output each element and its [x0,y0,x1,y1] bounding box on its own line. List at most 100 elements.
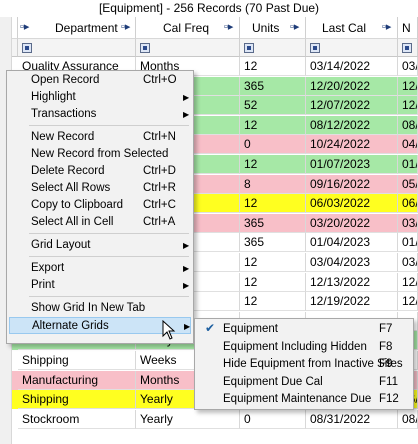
table-cell-last[interactable]: 03/20/2022 [306,213,398,233]
table-cell-dept[interactable]: Stockroom [18,409,136,429]
table-cell-next[interactable]: 08/ [398,115,418,135]
menu-item-highlight[interactable]: Highlight ▶ [9,89,191,106]
checkmark-icon: ✔ [205,321,216,335]
table-cell-freq[interactable]: Yearly [136,409,240,429]
table-cell-units[interactable]: 52 [240,96,306,116]
context-menu: Open Record Ctrl+O Highlight ▶ Transactions ▶… [6,70,194,344]
table-cell-units[interactable]: 0 [240,135,306,155]
table-cell-last[interactable]: 01/07/2023 [306,155,398,174]
table-cell-units[interactable]: 12 [240,155,306,174]
column-header-last-cal[interactable]: Last Cal ▫▸ [306,17,398,39]
table-cell-last[interactable]: 08/31/2022 [306,409,398,429]
table-cell-next[interactable]: 12/ [398,292,418,312]
table-cell-dept[interactable]: Manufacturing [18,370,136,390]
menu-item-label: Select All Rows [31,182,111,194]
filter-cell-next[interactable] [398,39,418,57]
column-menu-icon[interactable]: ▫▸ [382,20,391,33]
menu-item-label: Transactions [31,108,97,120]
column-header-next[interactable]: N [398,17,418,39]
submenu-item-equipment-including-hidden[interactable]: Equipment Including Hidden F8 [197,339,411,356]
column-header-units[interactable]: Units ▫▸ [240,17,306,39]
menu-item-select-all-rows[interactable]: Select All Rows Ctrl+R [9,180,191,197]
table-cell-last[interactable]: 03/14/2022 [306,57,398,76]
column-menu-icon[interactable]: ▫▸ [224,20,233,33]
table-cell-units[interactable]: 12 [240,57,306,76]
menu-item-label: Delete Record [31,165,105,177]
filter-icon[interactable] [140,43,150,53]
filter-cell-units[interactable] [240,39,306,57]
menu-item-open-record[interactable]: Open Record Ctrl+O [9,72,191,89]
table-cell-last[interactable]: 08/12/2022 [306,115,398,135]
filter-cell-last-cal[interactable] [306,39,398,57]
table-cell-last[interactable]: 12/19/2022 [306,292,398,312]
table-cell-next[interactable]: 12/ [398,76,418,96]
menu-item-show-grid-in-new-tab[interactable]: Show Grid In New Tab [9,300,191,317]
menu-item-new-record-from-selected[interactable]: New Record from Selected [9,146,191,163]
table-cell-dept[interactable]: Shipping [18,351,136,370]
menu-item-shortcut: Ctrl+A [143,216,176,228]
submenu-item-label: Equipment Maintenance Due [223,393,372,406]
menu-item-new-record[interactable]: New Record Ctrl+N [9,129,191,146]
table-cell-next[interactable]: 05/ [398,174,418,194]
filter-cell-department[interactable] [18,39,136,57]
table-cell-next[interactable]: 03/ [398,57,418,76]
submenu-item-equipment-due-cal[interactable]: Equipment Due Cal F11 [197,374,411,391]
table-cell-next[interactable]: 01/ [398,155,418,174]
table-cell-units[interactable]: 365 [240,213,306,233]
table-cell-last[interactable]: 03/04/2023 [306,253,398,272]
table-cell-last[interactable]: 12/13/2022 [306,272,398,292]
table-cell-units[interactable]: 12 [240,253,306,272]
submenu-item-label: Equipment Due Cal [223,375,323,388]
table-cell-next[interactable]: 04/ [398,135,418,155]
column-menu-icon[interactable]: ▫▸ [121,20,130,33]
menu-item-transactions[interactable]: Transactions ▶ [9,106,191,123]
menu-item-print[interactable]: Print ▶ [9,277,191,294]
table-cell-next[interactable]: 01/ [398,233,418,253]
filter-cell-cal-freq[interactable] [136,39,240,57]
submenu-arrow-icon: ▶ [184,322,191,331]
menu-separator [29,233,189,234]
menu-item-grid-layout[interactable]: Grid Layout ▶ [9,237,191,254]
column-menu-icon[interactable]: ▫▸ [20,20,29,33]
table-cell-last[interactable]: 09/16/2022 [306,174,398,194]
table-cell-units[interactable]: 12 [240,292,306,312]
menu-item-select-all-in-cell[interactable]: Select All in Cell Ctrl+A [9,214,191,231]
table-cell-units[interactable]: 12 [240,115,306,135]
table-cell-last[interactable]: 01/04/2023 [306,233,398,253]
menu-separator [29,296,189,297]
table-cell-units[interactable]: 8 [240,174,306,194]
column-header-cal-freq[interactable]: Cal Freq ▫▸ [136,17,240,39]
table-cell-last[interactable]: 12/20/2022 [306,76,398,96]
table-cell-dept[interactable]: Shipping [18,390,136,410]
table-row[interactable]: Stockroom Yearly 0 08/31/2022 08/ [0,409,418,429]
table-cell-next[interactable]: 03/ [398,253,418,272]
column-menu-icon[interactable]: ▫▸ [290,20,299,33]
column-header-department[interactable]: ▫▸ Department ▫▸ [18,17,136,39]
menu-item-copy-to-clipboard[interactable]: Copy to Clipboard Ctrl+C [9,197,191,214]
table-cell-last[interactable]: 06/03/2022 [306,194,398,214]
submenu-item-hide-equipment-from-inactive-sites[interactable]: Hide Equipment from Inactive Sites F9 [197,356,411,373]
filter-icon[interactable] [244,43,254,53]
filter-icon[interactable] [22,43,32,53]
menu-item-label: Export [31,262,65,274]
menu-item-label: Show Grid In New Tab [31,302,146,314]
table-cell-last[interactable]: 10/24/2022 [306,135,398,155]
table-cell-next[interactable]: 12/ [398,96,418,116]
table-cell-units[interactable]: 0 [240,409,306,429]
menu-item-export[interactable]: Export ▶ [9,260,191,277]
table-cell-next[interactable]: 08/ [398,409,418,429]
submenu-item-equipment-maintenance-due[interactable]: Equipment Maintenance Due F12 [197,391,411,408]
table-cell-next[interactable]: 03/ [398,213,418,233]
table-cell-next[interactable]: 12/ [398,272,418,292]
menu-item-shortcut: Ctrl+R [143,182,176,194]
table-cell-units[interactable]: 365 [240,233,306,253]
filter-icon[interactable] [402,43,412,53]
submenu-item-equipment[interactable]: ✔ Equipment F7 [197,321,411,338]
table-cell-units[interactable]: 12 [240,194,306,214]
table-cell-last[interactable]: 12/07/2022 [306,96,398,116]
table-cell-next[interactable]: 06/ [398,194,418,214]
table-cell-units[interactable]: 12 [240,272,306,292]
table-cell-units[interactable]: 365 [240,76,306,96]
filter-icon[interactable] [310,43,320,53]
menu-item-delete-record[interactable]: Delete Record Ctrl+D [9,163,191,180]
